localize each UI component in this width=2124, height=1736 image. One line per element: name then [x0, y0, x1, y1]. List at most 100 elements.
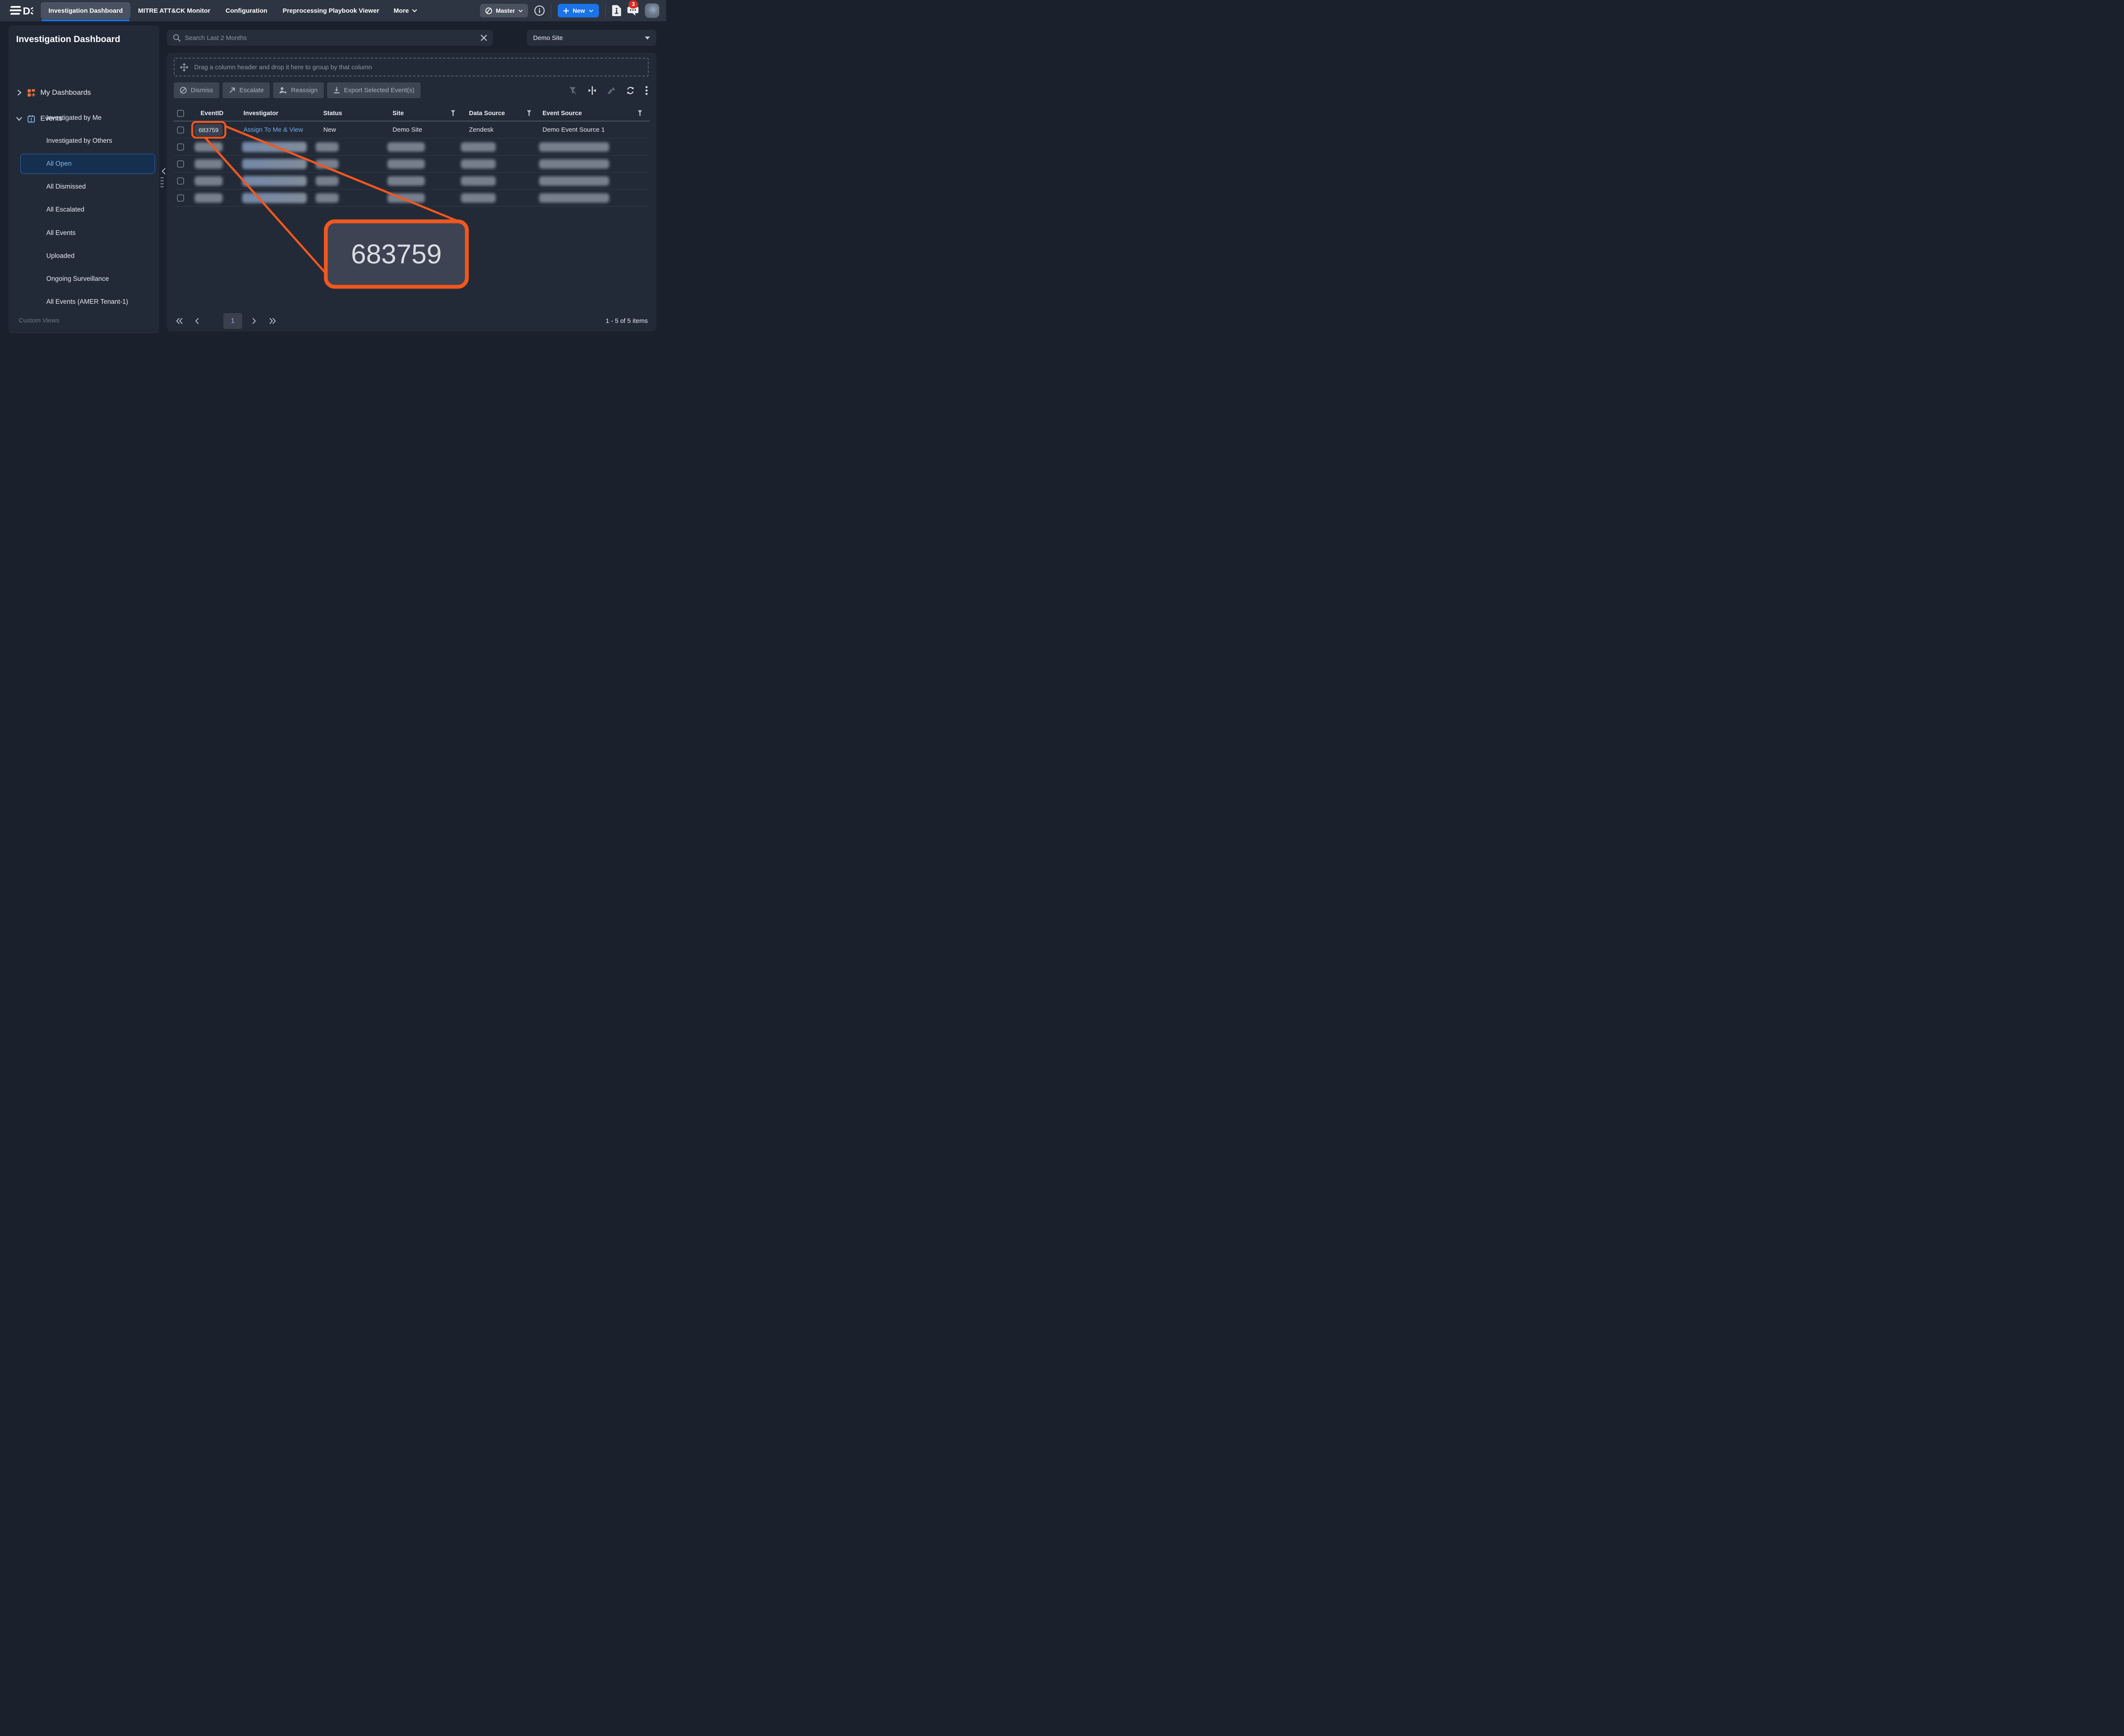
dismiss-icon: [180, 87, 187, 94]
grid-tools: [569, 82, 648, 98]
move-icon: [180, 63, 188, 71]
redacted-cell: [316, 193, 339, 203]
events-grid-panel: Drag a column header and drop it here to…: [167, 53, 656, 331]
avatar[interactable]: [645, 3, 659, 18]
sidebar-item-all-escalated[interactable]: All Escalated: [20, 200, 155, 220]
sidebar-collapse-button[interactable]: [160, 167, 167, 176]
redacted-cell: [387, 176, 425, 186]
column-header-site[interactable]: Site: [393, 106, 404, 121]
dismiss-button[interactable]: Dismiss: [174, 82, 219, 98]
assign-to-me-link[interactable]: Assign To Me & View: [243, 122, 303, 139]
sidebar: Investigation Dashboard My Dashboards Ev…: [8, 25, 159, 334]
reassign-icon: [279, 87, 287, 94]
redacted-cell: [461, 193, 496, 203]
last-page-button[interactable]: [267, 312, 278, 329]
reassign-button[interactable]: Reassign: [273, 82, 324, 98]
redacted-cell: [316, 159, 339, 169]
row-checkbox[interactable]: [177, 195, 184, 201]
sort-icon[interactable]: [607, 86, 616, 95]
filter-funnel-icon[interactable]: [638, 110, 642, 116]
sidebar-item-investigated-by-others[interactable]: Investigated by Others: [20, 131, 155, 151]
more-menu[interactable]: More: [387, 7, 424, 14]
tab-mitre-att-ck-monitor[interactable]: MITRE ATT&CK Monitor: [130, 0, 218, 21]
logo-text: D3: [23, 6, 33, 17]
site-cell: Demo Site: [393, 122, 422, 139]
next-page-button[interactable]: [249, 312, 260, 329]
globe-icon: [485, 7, 492, 14]
escalate-button[interactable]: Escalate: [223, 82, 270, 98]
sidebar-item-investigated-by-me[interactable]: Investigated by Me: [20, 108, 155, 128]
tab-preprocessing-playbook-viewer[interactable]: Preprocessing Playbook Viewer: [275, 0, 387, 21]
row-checkbox[interactable]: [177, 161, 184, 167]
sidebar-item-uploaded[interactable]: Uploaded: [20, 246, 155, 266]
column-header-event-source[interactable]: Event Source: [542, 106, 582, 121]
event-id-cell[interactable]: 683759: [195, 124, 223, 136]
chevron-down-icon: [518, 9, 523, 12]
table-header: EventID Investigator Status Site Data Source…: [174, 106, 650, 122]
tab-label: Preprocessing Playbook Viewer: [282, 7, 379, 14]
site-filter-dropdown[interactable]: Demo Site: [527, 30, 656, 46]
sidebar-item-all-open[interactable]: All Open: [20, 154, 155, 174]
data-source-cell: Zendesk: [469, 122, 494, 139]
tab-configuration[interactable]: Configuration: [218, 0, 275, 21]
redacted-cell: [316, 142, 339, 152]
column-header-data-source[interactable]: Data Source: [469, 106, 505, 121]
more-options-icon[interactable]: [645, 86, 648, 95]
new-button[interactable]: New: [558, 4, 599, 17]
event-source-cell: Demo Event Source 1: [542, 122, 605, 139]
filter-off-icon[interactable]: [569, 86, 577, 95]
column-header-investigator[interactable]: Investigator: [243, 106, 278, 121]
prev-page-icon: [195, 318, 199, 324]
d3-logo[interactable]: D3: [9, 5, 33, 17]
redacted-cell: [195, 176, 223, 186]
sidebar-item-all-events[interactable]: All Events: [20, 223, 155, 243]
row-checkbox[interactable]: [177, 127, 184, 133]
search-bar: [167, 30, 493, 46]
redacted-cell: [539, 193, 609, 203]
row-checkbox[interactable]: [177, 144, 184, 150]
redacted-cell: [195, 159, 223, 169]
select-all-checkbox[interactable]: [177, 110, 184, 117]
clear-icon: [481, 35, 487, 41]
chevron-down-icon: [412, 9, 417, 12]
topbar-right: Master New 3: [480, 3, 659, 18]
group-by-drop-zone[interactable]: Drag a column header and drop it here to…: [174, 58, 649, 76]
last-page-icon: [269, 318, 276, 324]
custom-views-label: Custom Views: [19, 317, 59, 324]
sidebar-resize-handle[interactable]: [161, 177, 164, 189]
filter-funnel-icon[interactable]: [527, 110, 531, 116]
redacted-cell: [461, 159, 496, 169]
table-row: [174, 139, 650, 156]
action-label: Dismiss: [191, 87, 213, 94]
column-resize-icon[interactable]: [588, 86, 596, 95]
column-header-status[interactable]: Status: [323, 106, 342, 121]
master-version-selector[interactable]: Master: [480, 4, 528, 17]
column-header-eventid[interactable]: EventID: [201, 106, 223, 121]
action-label: Export Selected Event(s): [344, 87, 415, 94]
prev-page-button[interactable]: [192, 312, 203, 329]
release-notes-button[interactable]: [612, 5, 621, 16]
info-button[interactable]: [534, 6, 545, 16]
clear-search-button[interactable]: [481, 35, 487, 41]
current-page[interactable]: 1: [223, 313, 242, 329]
sidebar-item-ongoing-surveillance[interactable]: Ongoing Surveillance: [20, 269, 155, 289]
redacted-cell: [387, 159, 425, 169]
items-count: 1 - 5 of 5 items: [606, 312, 648, 329]
refresh-icon[interactable]: [626, 86, 635, 95]
sidebar-item-all-dismissed[interactable]: All Dismissed: [20, 177, 155, 197]
table-row: [174, 189, 650, 206]
first-page-button[interactable]: [174, 312, 185, 329]
search-input[interactable]: [185, 34, 477, 42]
dropdown-caret-icon: [645, 37, 650, 40]
tab-investigation-dashboard[interactable]: Investigation Dashboard: [41, 0, 130, 21]
export-selected-event-s-button[interactable]: Export Selected Event(s): [327, 82, 421, 98]
plus-icon: [563, 8, 569, 14]
chevron-down-icon: [589, 9, 593, 12]
filter-funnel-icon[interactable]: [451, 110, 455, 116]
tab-label: Configuration: [226, 7, 267, 14]
document-icon: [612, 5, 621, 16]
escalate-icon: [229, 87, 236, 94]
sidebar-item-all-events-amer-tenant-1[interactable]: All Events (AMER Tenant-1): [20, 292, 155, 312]
notifications-button[interactable]: 3: [627, 6, 638, 16]
row-checkbox[interactable]: [177, 178, 184, 184]
